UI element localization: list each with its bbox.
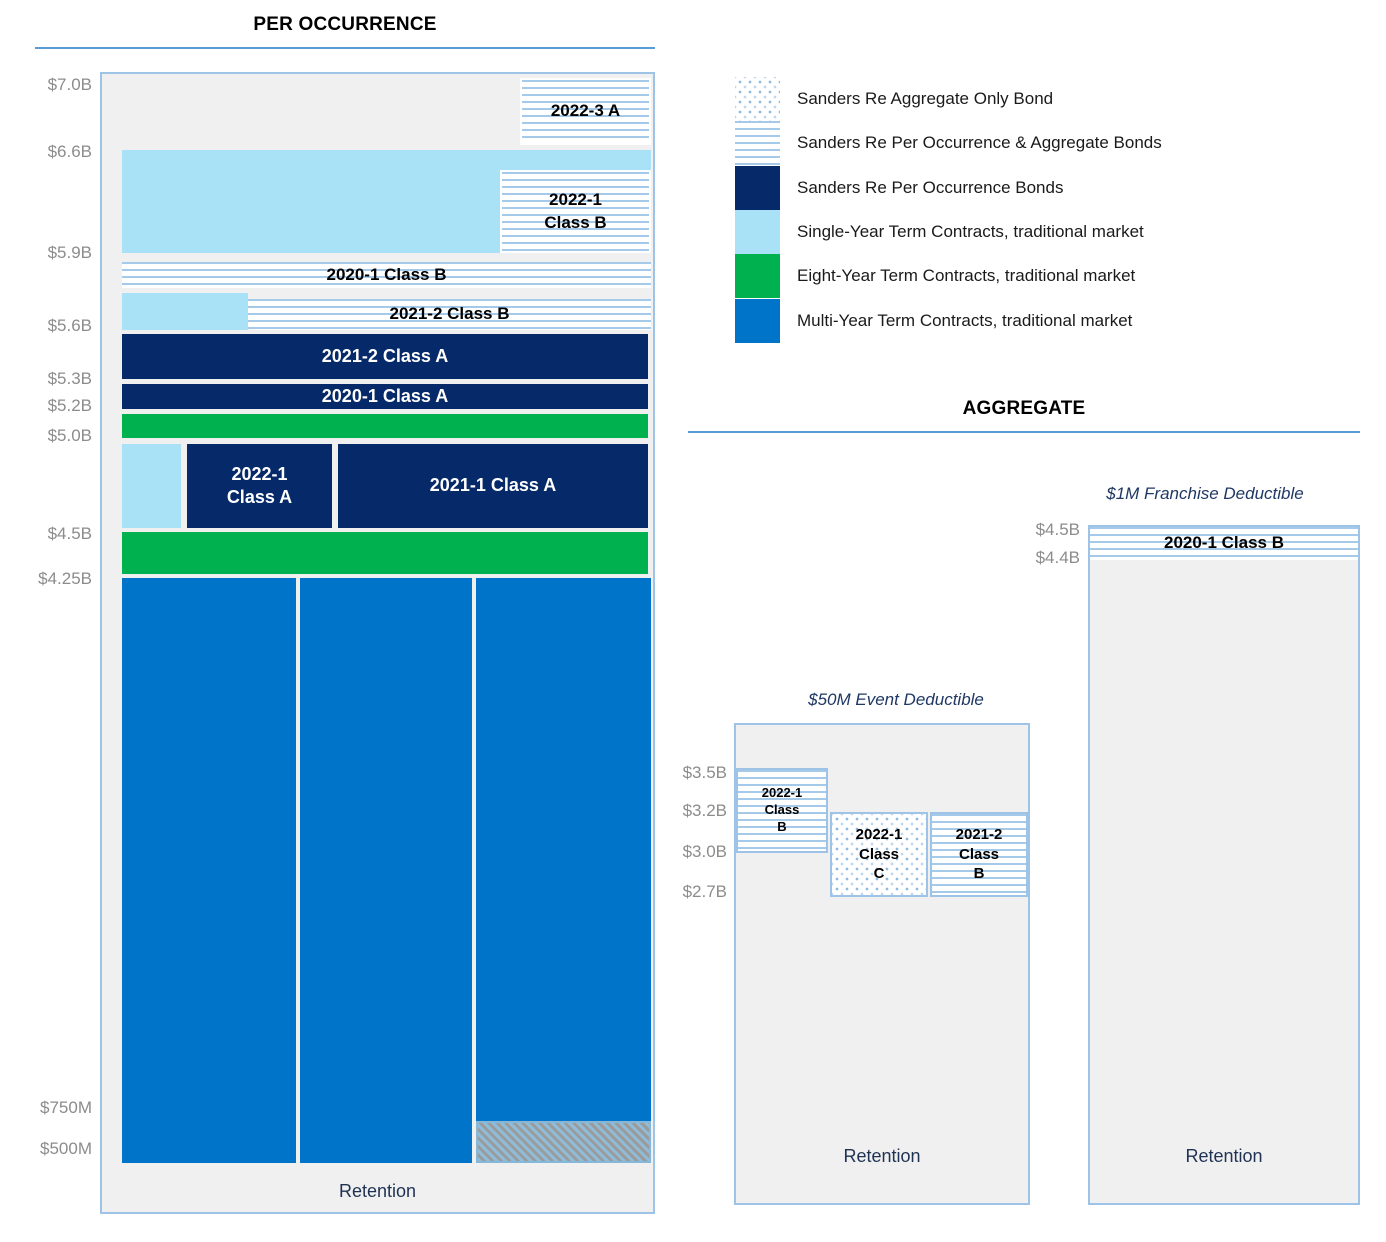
layer-2020-1-class-b: 2020-1 Class B xyxy=(122,262,651,288)
layer-blue xyxy=(476,578,651,1163)
layer-2020-1-class-a: 2020-1 Class A xyxy=(122,384,648,409)
aggregate-title: AGGREGATE xyxy=(688,398,1360,420)
layer-2021-1-class-a: 2021-1 Class A xyxy=(338,444,648,528)
retention-label-event-deductible: Retention xyxy=(734,1146,1030,1167)
legend-swatch-dotted-icon xyxy=(735,77,780,121)
legend-swatch-lightblue-icon xyxy=(735,210,780,254)
axis-label-5-0b: $5.0B xyxy=(2,425,92,447)
axis-label-3-0b: $3.0B xyxy=(637,841,727,863)
layer-green xyxy=(122,532,648,574)
layer-2022-1-class-a: 2022-1 Class A xyxy=(187,444,332,528)
aggregate-header: AGGREGATE xyxy=(688,398,1360,438)
legend-label: Sanders Re Per Occurrence Bonds xyxy=(797,178,1063,198)
legend-label: Single-Year Term Contracts, traditional … xyxy=(797,222,1144,242)
legend-item-multi-year-term-contracts-traditional-market: Multi-Year Term Contracts, traditional m… xyxy=(735,299,1132,343)
layer-blue xyxy=(300,578,472,1163)
layer-hatch xyxy=(476,1121,651,1163)
layer-2021-2-class-a: 2021-2 Class A xyxy=(122,334,648,379)
legend-swatch-striped-icon xyxy=(735,121,780,165)
tower-title-franchise-deductible: $1M Franchise Deductible xyxy=(1055,484,1355,504)
layer-lightblue xyxy=(122,444,181,528)
legend-swatch-green-icon xyxy=(735,254,780,298)
layer-2020-1-class-b: 2020-1 Class B xyxy=(1090,527,1358,560)
axis-label-5-6b: $5.6B xyxy=(2,315,92,337)
axis-label-4-5b: $4.5B xyxy=(2,523,92,545)
legend-item-single-year-term-contracts-traditional-market: Single-Year Term Contracts, traditional … xyxy=(735,210,1144,254)
layer-2022-1-class-c: 2022-1 Class C xyxy=(830,812,928,897)
axis-label-5-2b: $5.2B xyxy=(2,395,92,417)
retention-label-franchise-deductible: Retention xyxy=(1088,1146,1360,1167)
axis-label-750m: $750M xyxy=(2,1097,92,1119)
axis-label-500m: $500M xyxy=(2,1138,92,1160)
axis-label-5-9b: $5.9B xyxy=(2,242,92,264)
layer-blue xyxy=(122,578,296,1163)
layer-2021-2-class-b: 2021-2 Class B xyxy=(248,299,651,330)
per-occurrence-title: PER OCCURRENCE xyxy=(35,14,655,36)
legend-item-sanders-re-per-occurrence-aggregate-bonds: Sanders Re Per Occurrence & Aggregate Bo… xyxy=(735,121,1162,165)
tower-title-event-deductible: $50M Event Deductible xyxy=(746,690,1046,710)
axis-label-4-25b: $4.25B xyxy=(2,568,92,590)
aggregate-rule xyxy=(688,431,1360,433)
legend-swatch-blue-icon xyxy=(735,299,780,343)
per-occurrence-rule xyxy=(35,47,655,49)
legend-item-eight-year-term-contracts-traditional-market: Eight-Year Term Contracts, traditional m… xyxy=(735,254,1135,298)
legend-label: Multi-Year Term Contracts, traditional m… xyxy=(797,311,1132,331)
layer-2022-1-class-b: 2022-1 Class B xyxy=(736,768,828,853)
layer-green xyxy=(122,414,648,438)
layer-2021-2-class-b: 2021-2 Class B xyxy=(930,812,1028,897)
per-occurrence-header: PER OCCURRENCE xyxy=(35,14,655,54)
axis-label-2-7b: $2.7B xyxy=(637,881,727,903)
legend-label: Sanders Re Aggregate Only Bond xyxy=(797,89,1053,109)
chart-canvas: PER OCCURRENCE AGGREGATE $7.0B $6.6B $5.9B… xyxy=(0,0,1386,1242)
legend-item-sanders-re-per-occurrence-bonds: Sanders Re Per Occurrence Bonds xyxy=(735,166,1063,210)
axis-label-4-5b: $4.5B xyxy=(990,519,1080,541)
tower-frame-franchise-deductible xyxy=(1088,525,1360,1205)
legend-label: Eight-Year Term Contracts, traditional m… xyxy=(797,266,1135,286)
axis-label-3-5b: $3.5B xyxy=(637,762,727,784)
layer-lightblue xyxy=(122,293,248,330)
axis-label-5-3b: $5.3B xyxy=(2,368,92,390)
retention-label-per-occurrence: Retention xyxy=(100,1181,655,1202)
axis-label-3-2b: $3.2B xyxy=(637,800,727,822)
layer-2022-3-a: 2022-3 A xyxy=(520,78,651,145)
legend-swatch-navy-icon xyxy=(735,166,780,210)
layer-2022-1-class-b: 2022-1 Class B xyxy=(500,170,651,253)
axis-label-6-6b: $6.6B xyxy=(2,141,92,163)
axis-label-4-4b: $4.4B xyxy=(990,547,1080,569)
legend-item-sanders-re-aggregate-only-bond: Sanders Re Aggregate Only Bond xyxy=(735,77,1053,121)
legend-label: Sanders Re Per Occurrence & Aggregate Bo… xyxy=(797,133,1162,153)
axis-label-7-0b: $7.0B xyxy=(2,74,92,96)
